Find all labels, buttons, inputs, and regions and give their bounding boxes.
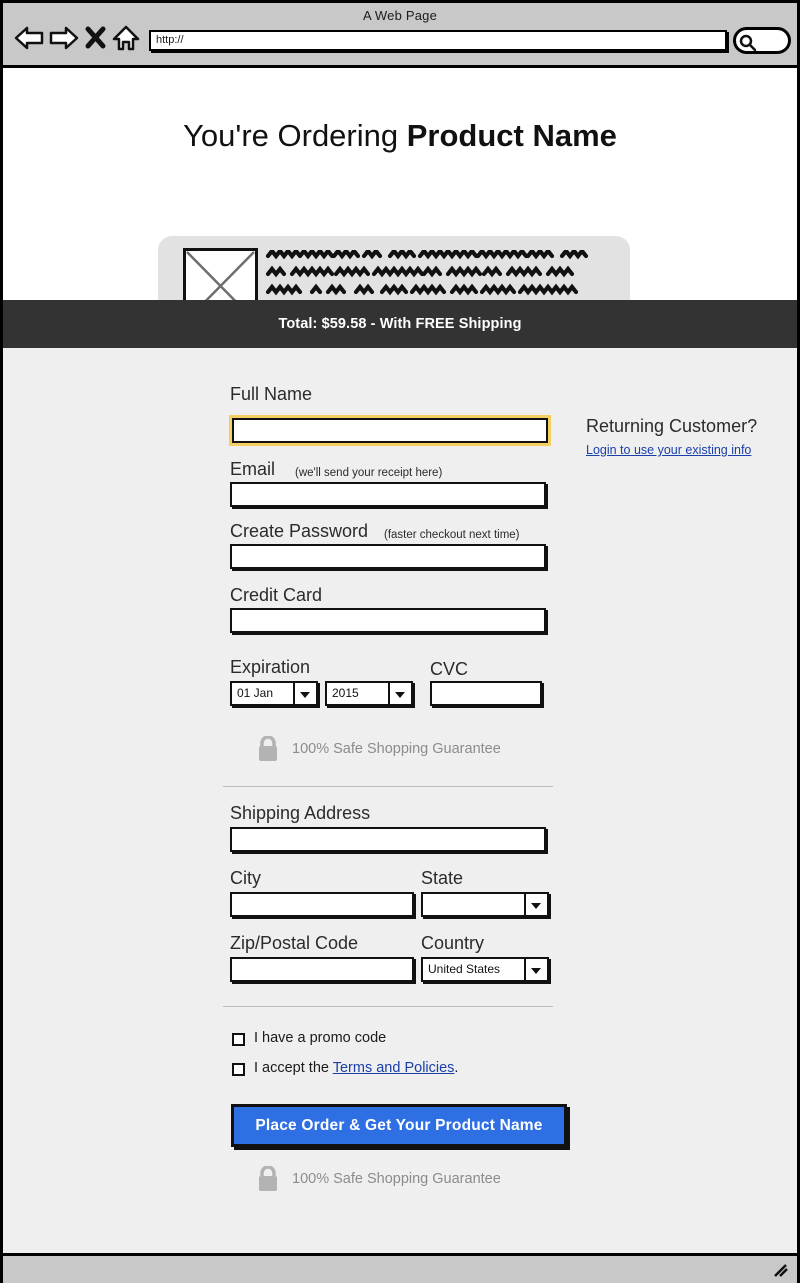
order-total-text: Total: $59.58 - With FREE Shipping [278,316,522,332]
password-hint: (faster checkout next time) [384,529,520,541]
close-x-icon[interactable] [84,23,108,53]
search-icon [739,34,757,52]
full-name-input[interactable] [229,415,551,446]
terms-label-before: I accept the [254,1060,333,1076]
zip-label: Zip/Postal Code [230,933,359,953]
password-label: Create Password [230,521,369,541]
forward-arrow-icon[interactable] [48,23,80,53]
expiration-month-select[interactable]: 01 Jan [230,681,318,706]
promo-code-checkbox-row[interactable]: I have a promo code [232,1030,532,1052]
chevron-down-icon [524,959,547,980]
terms-label: I accept the Terms and Policies. [254,1060,458,1076]
browser-footer [3,1253,797,1283]
email-label: Email [230,459,276,479]
returning-customer-login-link[interactable]: Login to use your existing info [586,443,751,457]
returning-customer-title: Returning Customer? [586,416,758,436]
place-order-button[interactable]: Place Order & Get Your Product Name [231,1104,567,1147]
expiration-label: Expiration [230,657,311,677]
city-input[interactable] [230,892,414,917]
order-total-bar: Total: $59.58 - With FREE Shipping [3,300,797,348]
expiration-month-value: 01 Jan [237,686,274,700]
window-title: A Web Page [362,8,438,23]
browser-chrome: A Web Page http:// [3,3,797,68]
shipping-address-input[interactable] [230,827,546,852]
credit-card-input[interactable] [230,608,546,633]
browser-window: A Web Page http:// You're Ordering Produ… [0,0,800,1283]
cvc-label: CVC [430,659,469,679]
divider-shipping [223,786,553,787]
terms-checkbox[interactable] [232,1063,245,1076]
terms-and-policies-link[interactable]: Terms and Policies [333,1060,455,1076]
safe-shopping-guarantee-text: 100% Safe Shopping Guarantee [292,1171,501,1187]
state-label: State [421,868,464,888]
password-input[interactable] [230,544,546,569]
country-value: United States [428,962,501,976]
hero-section: You're Ordering Product Name [3,68,797,336]
email-hint: (we'll send your receipt here) [295,467,443,479]
home-icon[interactable] [111,23,141,53]
chevron-down-icon [293,683,316,704]
country-select[interactable]: United States [421,957,549,982]
address-bar[interactable]: http:// [149,30,727,51]
expiration-year-select[interactable]: 2015 [325,681,413,706]
address-bar-value: http:// [156,34,184,46]
page-title: You're Ordering Product Name [3,118,797,154]
full-name-label: Full Name [230,384,313,404]
email-input[interactable] [230,482,546,507]
search-box[interactable] [733,27,791,54]
back-arrow-icon[interactable] [13,23,45,53]
country-label: Country [421,933,485,953]
cvc-input[interactable] [430,681,542,706]
terms-checkbox-row[interactable]: I accept the Terms and Policies. [232,1060,552,1082]
shipping-address-label: Shipping Address [230,803,371,823]
safe-shopping-guarantee-text: 100% Safe Shopping Guarantee [292,741,501,757]
lock-icon [259,1166,277,1191]
place-order-button-label: Place Order & Get Your Product Name [255,1117,543,1134]
divider-checkout [223,1006,553,1007]
credit-card-label: Credit Card [230,585,323,605]
promo-code-checkbox[interactable] [232,1033,245,1046]
chevron-down-icon [388,683,411,704]
state-select[interactable] [421,892,549,917]
page-title-product: Product Name [406,118,617,153]
city-label: City [230,868,261,888]
promo-code-label: I have a promo code [254,1030,387,1046]
page-title-prefix: You're Ordering [183,118,407,153]
terms-label-after: . [454,1060,459,1076]
safe-shopping-guarantee-bottom: 100% Safe Shopping Guarantee [256,1166,556,1196]
chevron-down-icon [524,894,547,915]
expiration-year-value: 2015 [332,686,359,700]
lock-icon [259,736,277,761]
zip-input[interactable] [230,957,414,982]
resize-grip-icon[interactable] [771,1263,789,1279]
navigation-icons [13,23,153,57]
safe-shopping-guarantee-top: 100% Safe Shopping Guarantee [256,736,556,766]
